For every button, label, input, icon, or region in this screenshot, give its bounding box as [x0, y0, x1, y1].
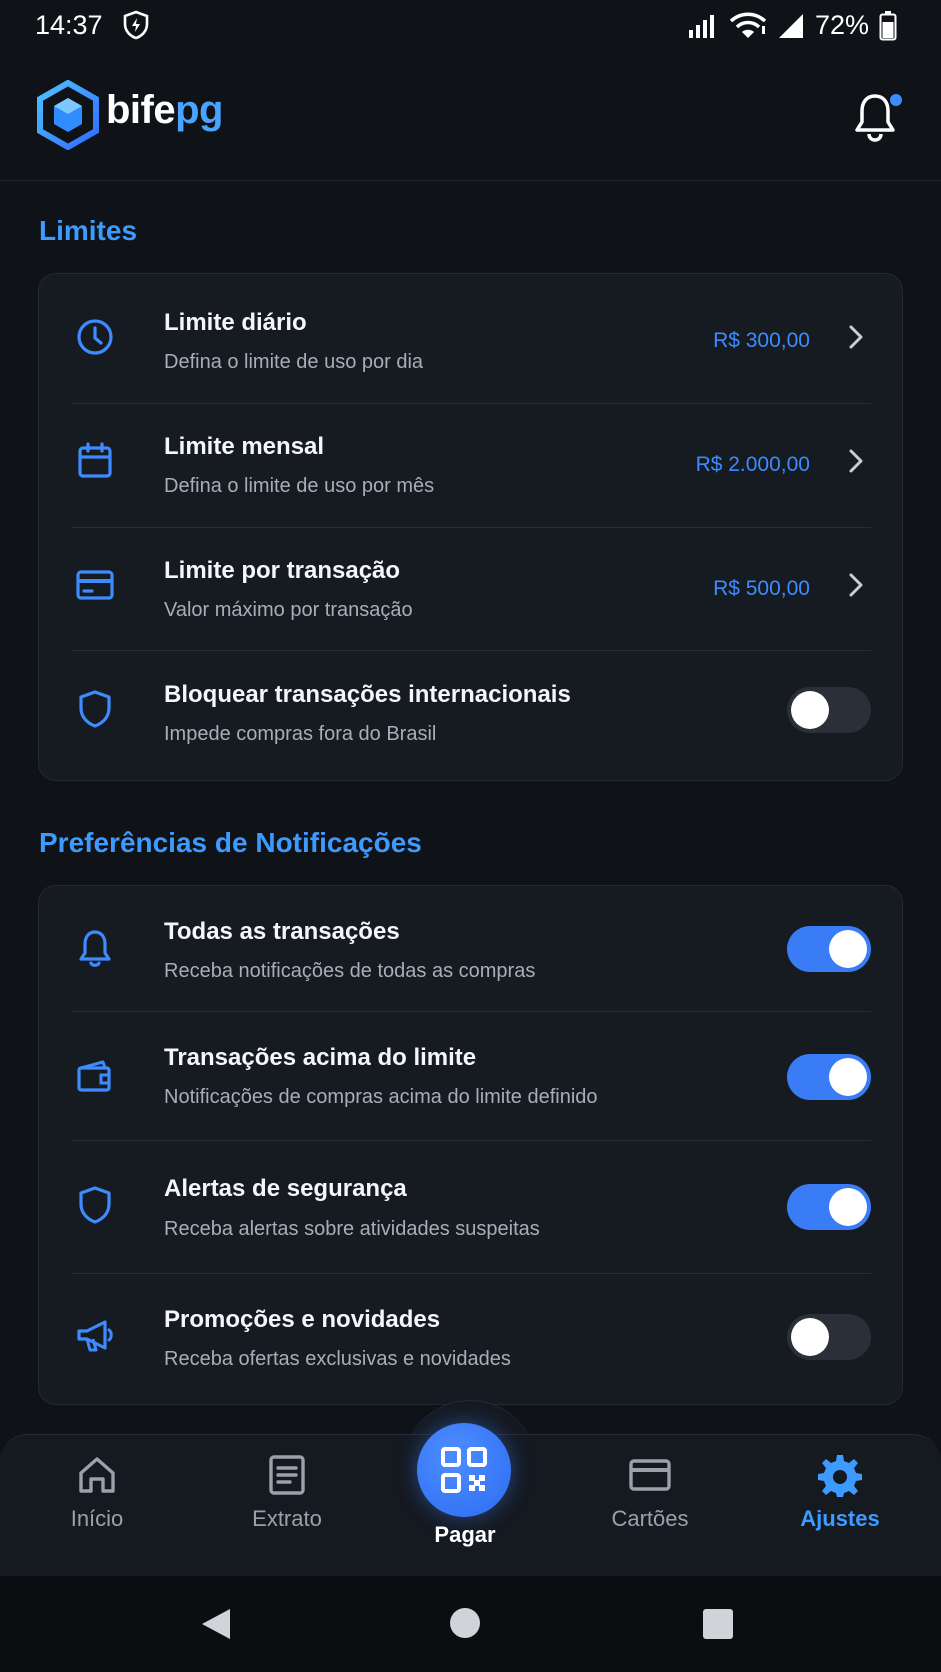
block-international-row: Bloquear transações internacionais Imped…: [39, 651, 902, 779]
nav-item-inicio[interactable]: Início: [37, 1452, 157, 1532]
notif-promotions-subtitle: Receba ofertas exclusivas e novidades: [164, 1348, 511, 1370]
notification-badge: [888, 92, 904, 108]
limit-daily-subtitle: Defina o limite de uso por dia: [164, 351, 424, 373]
limit-monthly-subtitle: Defina o limite de uso por mês: [164, 475, 435, 497]
nav-item-ajustes[interactable]: Ajustes: [780, 1452, 900, 1532]
toggle-knob: [829, 1058, 867, 1096]
credit-card-icon: [629, 1459, 671, 1491]
system-navigation-bar: [0, 1576, 941, 1672]
clock-icon: [77, 319, 113, 355]
notif-promotions-title: Promoções e novidades: [164, 1306, 441, 1333]
battery-icon: [879, 10, 897, 40]
document-icon: [269, 1455, 305, 1495]
battery-percent: 72%: [814, 10, 869, 40]
toggle-knob: [791, 1318, 829, 1356]
pay-button[interactable]: [417, 1423, 511, 1517]
nav-item-cartoes[interactable]: Cartões: [590, 1452, 710, 1532]
block-international-title: Bloquear transações internacionais: [164, 681, 571, 708]
limit-daily-row[interactable]: Limite diário Defina o limite de uso por…: [39, 274, 902, 398]
limits-card: Limite diário Defina o limite de uso por…: [38, 273, 903, 781]
block-international-toggle[interactable]: [787, 687, 871, 733]
limit-per-transaction-title: Limite por transação: [164, 557, 401, 584]
nav-label-extrato: Extrato: [252, 1506, 322, 1531]
notif-above-limit-toggle[interactable]: [787, 1054, 871, 1100]
status-time: 14:37: [35, 10, 103, 40]
limit-monthly-title: Limite mensal: [164, 433, 325, 460]
nav-item-extrato[interactable]: Extrato: [227, 1452, 347, 1532]
chevron-right-icon: [849, 573, 863, 597]
notif-all-transactions-row: Todas as transações Receba notificações …: [39, 886, 902, 1012]
toggle-knob: [829, 930, 867, 968]
notifications-card: Todas as transações Receba notificações …: [38, 885, 903, 1405]
toggle-knob: [791, 691, 829, 729]
nav-label-inicio: Início: [70, 1506, 124, 1531]
chevron-right-icon: [849, 449, 863, 473]
app-header: bifepg: [0, 54, 941, 181]
back-icon[interactable]: [198, 1606, 234, 1642]
cell-signal-icon: [778, 13, 803, 38]
wallet-icon: [77, 1060, 111, 1092]
status-bar: 14:37 72%: [0, 0, 941, 54]
limit-monthly-value: R$ 2.000,00: [695, 453, 810, 476]
calendar-icon: [78, 442, 112, 478]
chevron-right-icon: [849, 325, 863, 349]
notif-all-subtitle: Receba notificações de todas as compras: [164, 960, 536, 982]
limit-per-transaction-subtitle: Valor máximo por transação: [164, 599, 413, 621]
notif-above-limit-subtitle: Notificações de compras acima do limite …: [164, 1086, 598, 1108]
credit-card-icon: [76, 570, 114, 600]
megaphone-icon: [77, 1320, 113, 1352]
nav-label-ajustes: Ajustes: [800, 1506, 880, 1531]
nav-label-pagar: Pagar: [434, 1522, 496, 1547]
wifi-icon: [729, 12, 767, 38]
notif-security-toggle[interactable]: [787, 1184, 871, 1230]
notif-security-subtitle: Receba alertas sobre atividades suspeita…: [164, 1218, 540, 1240]
home-circle-icon[interactable]: [449, 1607, 481, 1639]
home-icon: [79, 1457, 115, 1493]
notif-promotions-row: Promoções e novidades Receba ofertas exc…: [39, 1274, 902, 1404]
security-shield-icon: [123, 10, 149, 40]
logo-wordmark: bifepg: [106, 88, 223, 132]
recents-icon[interactable]: [702, 1608, 734, 1640]
limit-monthly-row[interactable]: Limite mensal Defina o limite de uso por…: [39, 404, 902, 528]
signal-icon: [688, 14, 714, 38]
notif-above-limit-row: Transações acima do limite Notificações …: [39, 1012, 902, 1140]
notifications-section-title: Preferências de Notificações: [39, 827, 422, 858]
notif-above-limit-title: Transações acima do limite: [164, 1044, 477, 1071]
block-international-subtitle: Impede compras fora do Brasil: [164, 723, 437, 745]
shield-icon: [79, 690, 111, 728]
limit-daily-title: Limite diário: [164, 309, 307, 336]
gear-icon: [818, 1455, 862, 1497]
notif-security-row: Alertas de segurança Receba alertas sobr…: [39, 1141, 902, 1273]
limit-daily-value: R$ 300,00: [713, 329, 810, 352]
limits-section-title: Limites: [39, 215, 138, 246]
limit-per-transaction-row[interactable]: Limite por transação Valor máximo por tr…: [39, 528, 902, 652]
notif-all-toggle[interactable]: [787, 926, 871, 972]
nav-label-cartoes: Cartões: [611, 1506, 689, 1531]
qr-code-icon: [441, 1447, 487, 1493]
limit-per-transaction-value: R$ 500,00: [713, 577, 810, 600]
bell-icon: [79, 930, 111, 967]
notif-all-title: Todas as transações: [164, 918, 400, 945]
toggle-knob: [829, 1188, 867, 1226]
logo-icon: [37, 80, 99, 150]
notif-promotions-toggle[interactable]: [787, 1314, 871, 1360]
notif-security-title: Alertas de segurança: [164, 1175, 407, 1202]
shield-icon: [79, 1186, 111, 1224]
